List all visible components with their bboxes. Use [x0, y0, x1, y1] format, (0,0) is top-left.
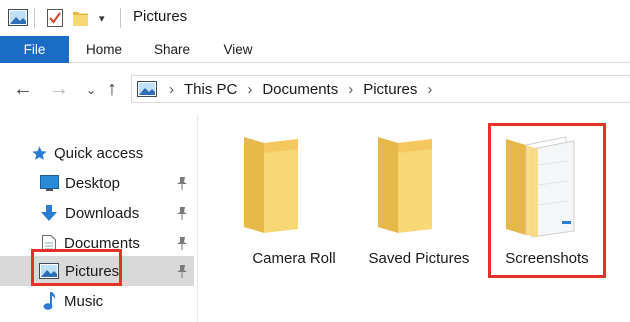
download-icon	[41, 204, 57, 222]
pin-icon[interactable]	[176, 264, 188, 281]
window-pictures-icon[interactable]	[8, 9, 28, 29]
breadcrumb-chevron-icon[interactable]: ›	[241, 81, 258, 98]
sidebar-item-label: Music	[64, 292, 104, 310]
sidebar-item-label: Quick access	[54, 144, 144, 162]
sidebar-item-desktop[interactable]: Desktop	[0, 168, 194, 198]
pin-icon[interactable]	[176, 206, 188, 223]
breadcrumb-chevron-icon[interactable]: ›	[421, 81, 438, 98]
sidebar-item-music[interactable]: Music	[0, 286, 194, 316]
quick-access-toolbar-dropdown-icon[interactable]: ▾	[99, 12, 105, 25]
sidebar-item-quick-access[interactable]: Quick access	[0, 138, 194, 168]
folder-name: Camera Roll	[252, 250, 336, 267]
sidebar-item-downloads[interactable]: Downloads	[0, 198, 194, 228]
window-title: Pictures	[133, 8, 188, 25]
ribbon-tabs: File Home Share View	[0, 36, 630, 63]
screenshots-highlight-box	[488, 123, 606, 278]
properties-icon[interactable]	[47, 8, 63, 30]
breadcrumb-this-pc[interactable]: This PC	[180, 81, 241, 98]
new-folder-icon[interactable]	[73, 10, 88, 29]
folder-name: Saved Pictures	[368, 250, 470, 267]
titlebar-separator	[120, 8, 121, 28]
sidebar-item-label: Downloads	[65, 204, 140, 222]
address-bar[interactable]: › This PC › Documents › Pictures ›	[131, 75, 630, 103]
music-icon	[43, 292, 56, 310]
tab-file[interactable]: File	[0, 36, 69, 63]
pictures-highlight-box	[31, 249, 122, 286]
star-icon	[31, 145, 48, 162]
tab-view[interactable]: View	[216, 36, 260, 63]
navigation-bar: ← → ⌄ ↑ › This PC › Documents › Pictures…	[0, 64, 630, 114]
navigation-pane: Quick access Desktop Downloads Documents	[0, 125, 196, 322]
folder-icon	[240, 135, 300, 238]
folder-view: Camera Roll Saved Pictures Screenshots	[199, 114, 630, 322]
sidebar-divider	[197, 114, 198, 322]
address-pictures-icon	[137, 81, 157, 97]
breadcrumb-chevron-icon[interactable]: ›	[342, 81, 359, 98]
pin-icon[interactable]	[176, 236, 188, 253]
forward-arrow-icon[interactable]: →	[49, 77, 69, 101]
sidebar-item-label: Desktop	[65, 174, 121, 192]
pin-icon[interactable]	[176, 176, 188, 193]
title-bar: ▾ Pictures	[0, 0, 630, 36]
folder-item-camera-roll[interactable]: Camera Roll	[235, 117, 353, 277]
breadcrumb-pictures[interactable]: Pictures	[359, 81, 421, 98]
desktop-icon	[40, 175, 59, 191]
recent-locations-chevron-icon[interactable]: ⌄	[86, 78, 96, 102]
up-arrow-icon[interactable]: ↑	[107, 77, 117, 101]
breadcrumb-chevron-icon[interactable]: ›	[163, 81, 180, 98]
tab-share[interactable]: Share	[148, 36, 196, 63]
breadcrumb-documents[interactable]: Documents	[258, 81, 342, 98]
tab-home[interactable]: Home	[80, 36, 128, 63]
titlebar-separator	[34, 8, 35, 28]
back-arrow-icon[interactable]: ←	[13, 77, 33, 101]
folder-item-saved-pictures[interactable]: Saved Pictures	[359, 117, 479, 277]
folder-icon	[374, 135, 434, 238]
